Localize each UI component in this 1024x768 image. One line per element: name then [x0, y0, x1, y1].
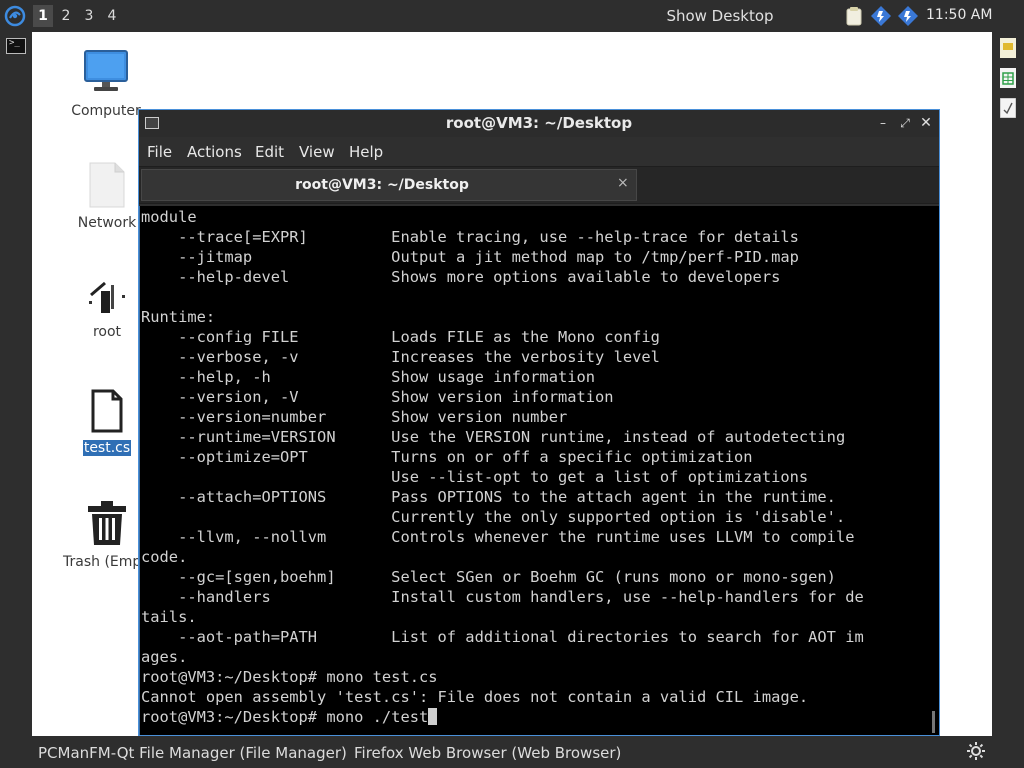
presentation-launcher-icon[interactable] [1000, 38, 1016, 58]
left-panel: >_ [0, 32, 32, 736]
desktop-icon-label: Network [77, 215, 137, 231]
terminal-line: --handlers Install custom handlers, use … [141, 588, 864, 606]
terminal-line: Cannot open assembly 'test.cs': File doe… [141, 688, 809, 706]
terminal-launcher-icon[interactable]: >_ [6, 38, 26, 54]
menu-actions[interactable]: Actions [187, 143, 242, 161]
window-title: root@VM3: ~/Desktop [445, 114, 633, 132]
terminal-line: module [141, 208, 197, 226]
terminal-line: --llvm, --nollvm Controls whenever the r… [141, 528, 855, 546]
terminal-line: ages. [141, 648, 188, 666]
title-bar[interactable]: root@VM3: ~/Desktop – ⤢ ✕ [139, 110, 939, 137]
settings-gear-icon[interactable] [966, 741, 986, 761]
tab-close-icon[interactable]: × [617, 175, 629, 191]
show-desktop-button[interactable]: Show Desktop [640, 7, 800, 25]
close-icon[interactable]: ✕ [916, 113, 936, 133]
right-panel [992, 32, 1024, 736]
task-firefox[interactable]: Firefox Web Browser (Web Browser) [354, 744, 621, 762]
terminal-line: code. [141, 548, 188, 566]
tab-root-desktop[interactable]: root@VM3: ~/Desktop × [141, 169, 637, 201]
workspace-2[interactable]: 2 [56, 5, 76, 27]
taskbar: PCManFM-Qt File Manager (File Manager) F… [0, 736, 1024, 768]
spreadsheet-launcher-icon[interactable] [1000, 68, 1016, 88]
update-notifier-icon[interactable] [897, 5, 919, 27]
network-folder-icon [89, 162, 125, 208]
terminal-line: --optimize=OPT Turns on or off a specifi… [141, 448, 753, 466]
terminal-line: --help, -h Show usage information [141, 368, 596, 386]
terminal-line: Currently the only supported option is '… [141, 508, 846, 526]
top-panel: 1 2 3 4 Show Desktop 11:50 AM [0, 0, 1024, 32]
terminal-line: --config FILE Loads FILE as the Mono con… [141, 328, 660, 346]
terminal-line: --attach=OPTIONS Pass OPTIONS to the att… [141, 488, 836, 506]
terminal-window[interactable]: root@VM3: ~/Desktop – ⤢ ✕ File Actions E… [138, 109, 940, 736]
trash-icon [88, 501, 126, 545]
tab-label: root@VM3: ~/Desktop [295, 177, 469, 193]
menu-bar: File Actions Edit View Help [139, 137, 939, 166]
clock[interactable]: 11:50 AM [926, 7, 992, 23]
terminal-line: --aot-path=PATH List of additional direc… [141, 628, 864, 646]
menu-help[interactable]: Help [349, 143, 383, 161]
scrollbar-thumb[interactable] [932, 711, 935, 733]
terminal-line: --verbose, -v Increases the verbosity le… [141, 348, 660, 366]
terminal-line: --jitmap Output a jit method map to /tmp… [141, 248, 799, 266]
terminal-output[interactable]: module --trace[=EXPR] Enable tracing, us… [139, 206, 939, 735]
workspace-1[interactable]: 1 [33, 5, 53, 27]
workspace-3[interactable]: 3 [79, 5, 99, 27]
workspace-4[interactable]: 4 [102, 5, 122, 27]
clipboard-icon[interactable] [843, 5, 865, 27]
terminal-line: --version, -V Show version information [141, 388, 614, 406]
terminal-text: module --trace[=EXPR] Enable tracing, us… [141, 207, 864, 727]
task-file-manager[interactable]: PCManFM-Qt File Manager (File Manager) [38, 744, 347, 762]
menu-file[interactable]: File [147, 143, 172, 161]
network-status-icon[interactable] [870, 5, 892, 27]
terminal-line: --version=number Show version number [141, 408, 568, 426]
application-menu-icon[interactable] [4, 5, 26, 27]
terminal-line: --runtime=VERSION Use the VERSION runtim… [141, 428, 846, 446]
home-folder-icon [89, 281, 125, 313]
terminal-line: --help-devel Shows more options availabl… [141, 268, 781, 286]
menu-edit[interactable]: Edit [255, 143, 284, 161]
minimize-icon[interactable]: – [873, 113, 893, 133]
desktop-icon-label: test.cs [82, 440, 132, 456]
tab-bar: root@VM3: ~/Desktop × [139, 166, 939, 204]
file-icon [91, 389, 123, 433]
terminal-line: --gc=[sgen,boehm] Select SGen or Boehm G… [141, 568, 836, 586]
formula-launcher-icon[interactable] [999, 97, 1017, 119]
desktop-icon-label: root [92, 324, 122, 340]
restore-icon[interactable]: ⤢ [895, 113, 915, 133]
terminal-line: --trace[=EXPR] Enable tracing, use --hel… [141, 228, 799, 246]
computer-icon [84, 50, 128, 91]
terminal-cursor [428, 708, 438, 725]
terminal-line: root@VM3:~/Desktop# mono test.cs [141, 668, 438, 686]
menu-view[interactable]: View [299, 143, 335, 161]
desktop-icon-label: Computer [71, 103, 141, 119]
terminal-line: Runtime: [141, 308, 216, 326]
terminal-line: Use --list-opt to get a list of optimiza… [141, 468, 809, 486]
terminal-line: tails. [141, 608, 197, 626]
terminal-line: root@VM3:~/Desktop# mono ./test [141, 708, 429, 726]
